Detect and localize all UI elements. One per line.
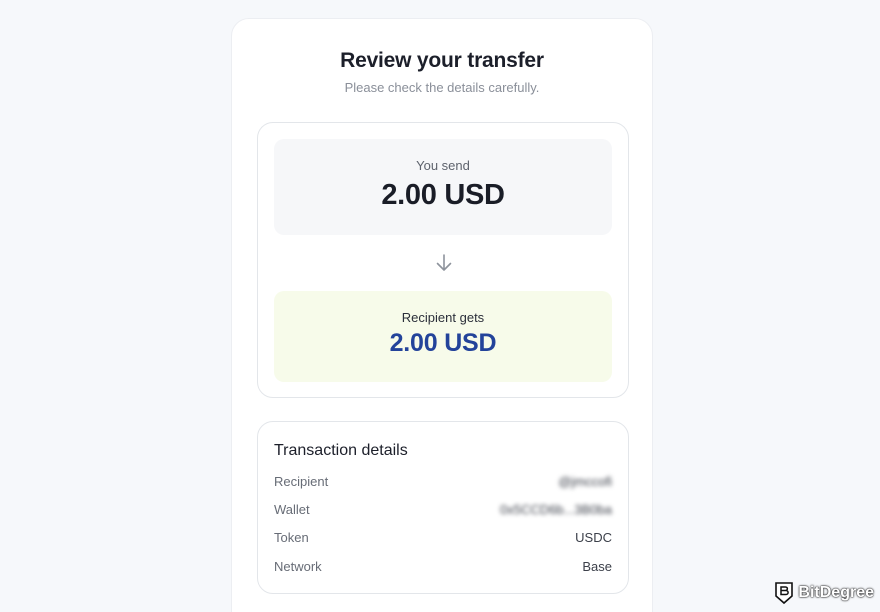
- send-amount-box: You send 2.00 USD: [274, 139, 612, 235]
- bitdegree-shield-logo: [775, 582, 794, 605]
- detail-row-token: Token USDC: [274, 530, 612, 550]
- detail-label: Token: [274, 530, 309, 545]
- receive-amount-box: Recipient gets 2.00 USD: [274, 291, 612, 382]
- receive-amount: 2.00 USD: [389, 329, 497, 357]
- details-title: Transaction details: [274, 442, 408, 459]
- bitdegree-watermark: BitDegree: [774, 580, 874, 606]
- review-transfer-panel: Review your transfer Please check the de…: [231, 18, 653, 612]
- detail-label: Recipient: [274, 474, 329, 489]
- wallet-value: 0x5CCD6b...3B0ba: [499, 502, 612, 517]
- amount-summary-card: You send 2.00 USD Recipient gets 2.00 US…: [257, 122, 629, 398]
- screen: Review your transfer Please check the de…: [0, 0, 880, 612]
- detail-label: Wallet: [274, 502, 310, 517]
- receive-label: Recipient gets: [401, 310, 485, 325]
- network-value: Base: [582, 559, 612, 574]
- detail-row-wallet: Wallet 0x5CCD6b...3B0ba: [274, 502, 612, 522]
- transaction-details-card: Transaction details Recipient @jmccofi W…: [257, 421, 629, 594]
- arrow-down-icon: [436, 254, 452, 271]
- detail-row-recipient: Recipient @jmccofi: [274, 474, 612, 494]
- watermark-text: BitDegree: [798, 584, 874, 601]
- recipient-value: @jmccofi: [558, 474, 612, 489]
- token-value: USDC: [575, 530, 612, 545]
- send-amount: 2.00 USD: [381, 179, 505, 211]
- page-subtitle: Please check the details carefully.: [344, 80, 540, 95]
- send-label: You send: [416, 158, 470, 173]
- detail-row-network: Network Base: [274, 559, 612, 579]
- detail-label: Network: [274, 559, 322, 574]
- page-title: Review your transfer: [340, 49, 544, 72]
